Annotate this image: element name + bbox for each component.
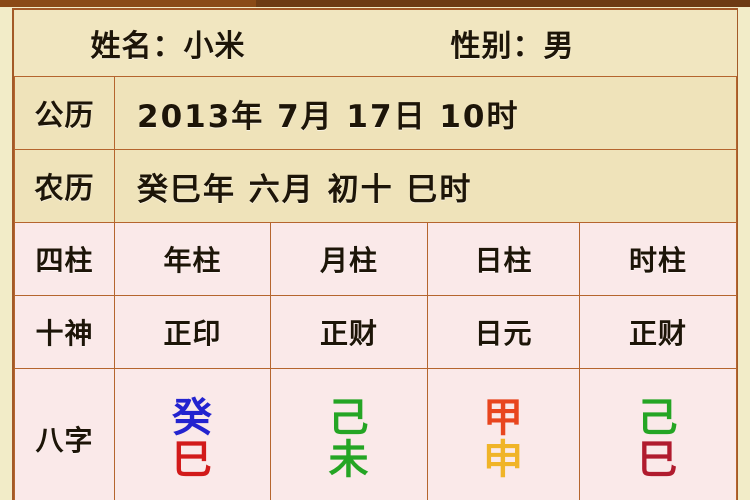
pillar-month: 月柱 (270, 222, 428, 296)
ten-gods-label: 十神 (14, 295, 115, 369)
top-decorative-strip-left (0, 0, 256, 7)
ten-gods-row: 十神 正印 正财 日元 正财 (14, 295, 737, 369)
four-pillars-row: 四柱 年柱 月柱 日柱 时柱 (14, 222, 737, 296)
lunar-date-label: 农历 (14, 149, 115, 223)
solar-date-label: 公历 (14, 76, 115, 150)
bazi-hour-stem: 己 (637, 395, 679, 441)
pillar-day: 日柱 (427, 222, 580, 296)
ten-god-year: 正印 (114, 295, 271, 369)
bazi-row: 八字 癸 巳 己 未 甲 申 己 巳 (14, 368, 737, 500)
pillar-year: 年柱 (114, 222, 271, 296)
bazi-hour-branch: 巳 (637, 437, 679, 483)
solar-date-row: 公历 2013年 7月 17日 10时 (14, 76, 737, 150)
bazi-table: 姓名：小米 性别：男 公历 2013年 7月 17日 10时 农历 癸巳年 六月… (14, 10, 737, 500)
bazi-year-branch: 巳 (172, 437, 213, 483)
bazi-day-cell: 甲 申 (427, 368, 580, 500)
bazi-year-cell: 癸 巳 (114, 368, 271, 500)
bazi-day-branch: 申 (483, 437, 524, 483)
bazi-month-branch: 未 (328, 437, 370, 483)
pillar-hour: 时柱 (579, 222, 737, 296)
person-gender-label: 性别：男 (450, 29, 575, 64)
bazi-chart-page: 姓名：小米 性别：男 公历 2013年 7月 17日 10时 农历 癸巳年 六月… (0, 0, 750, 500)
person-name-label: 姓名：小米 (90, 29, 246, 64)
lunar-date-value: 癸巳年 六月 初十 巳时 (114, 149, 737, 223)
person-header-cell: 姓名：小米 性别：男 (14, 10, 737, 77)
bazi-month-cell: 己 未 (270, 368, 428, 500)
bazi-year-stem: 癸 (172, 395, 213, 441)
bazi-card: 姓名：小米 性别：男 公历 2013年 7月 17日 10时 农历 癸巳年 六月… (12, 8, 738, 500)
ten-god-month: 正财 (270, 295, 428, 369)
four-pillars-label: 四柱 (14, 222, 115, 296)
bazi-month-stem: 己 (328, 395, 370, 441)
bazi-hour-cell: 己 巳 (579, 368, 737, 500)
solar-date-value: 2013年 7月 17日 10时 (114, 76, 737, 150)
ten-god-hour: 正财 (579, 295, 737, 369)
ten-god-day: 日元 (427, 295, 580, 369)
lunar-date-row: 农历 癸巳年 六月 初十 巳时 (14, 149, 737, 223)
person-header-row: 姓名：小米 性别：男 (14, 10, 737, 77)
bazi-day-stem: 甲 (483, 395, 524, 441)
bazi-label: 八字 (14, 368, 115, 500)
